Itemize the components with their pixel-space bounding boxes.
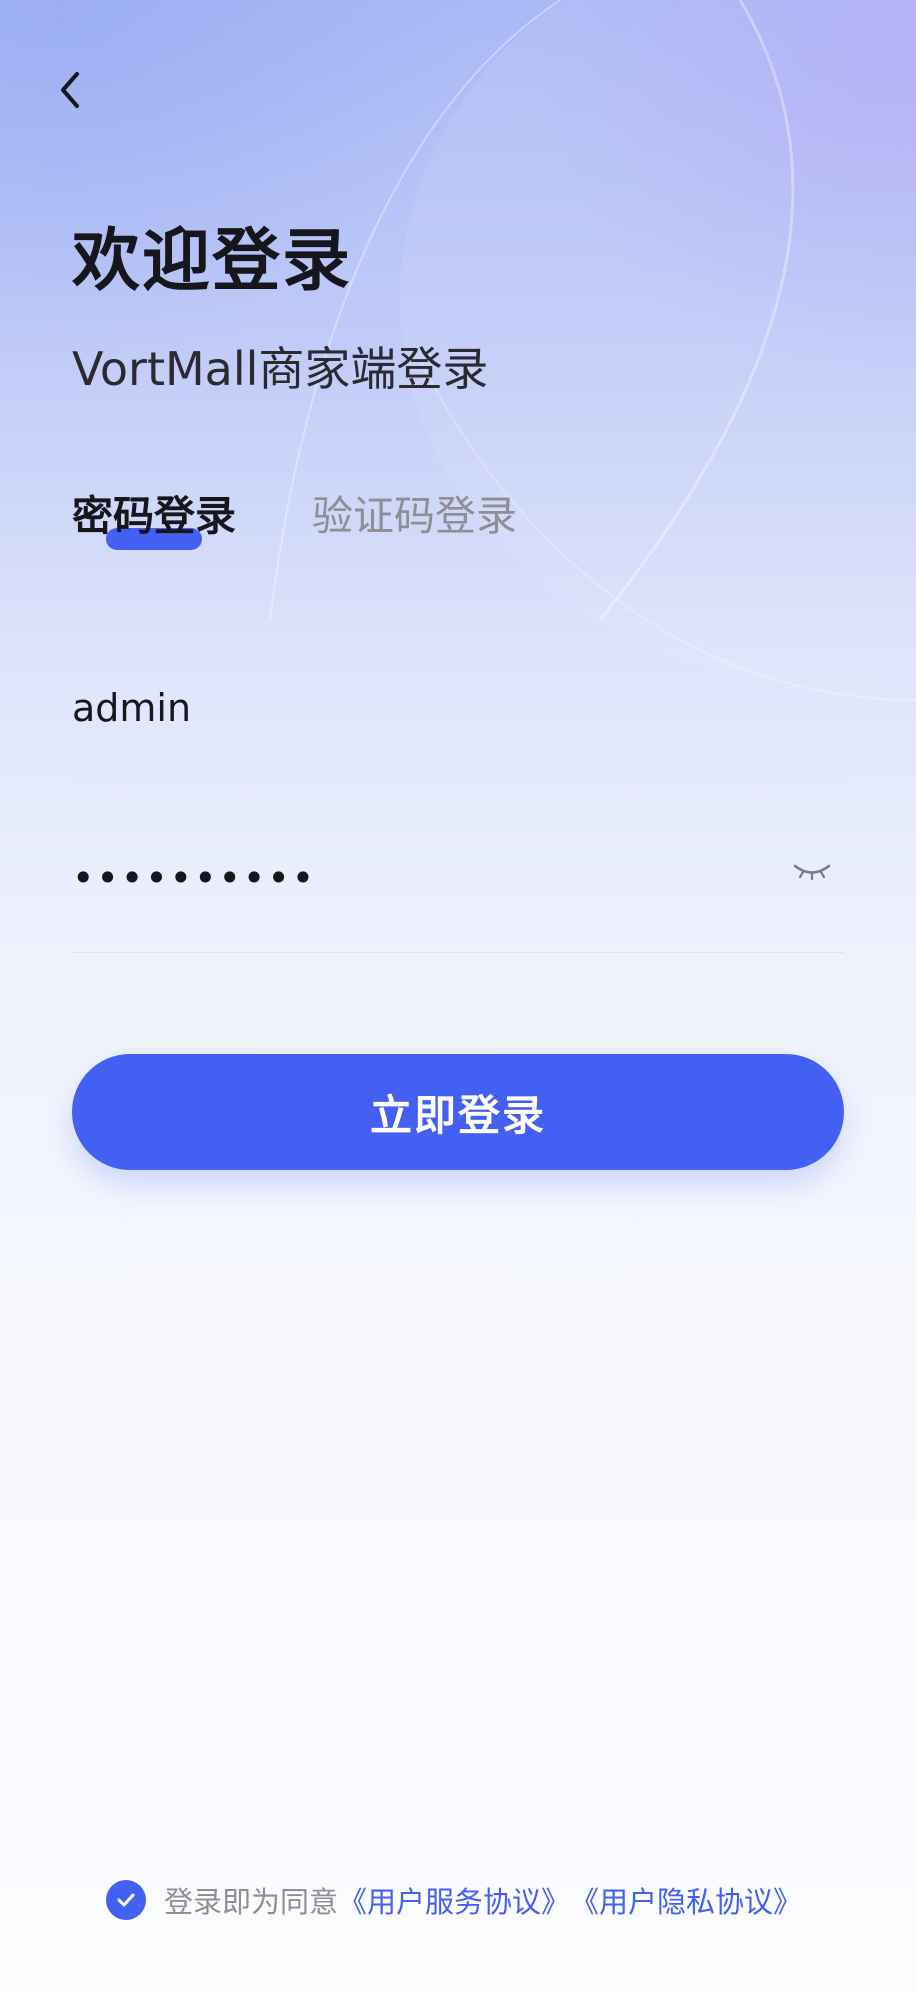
chevron-left-icon (61, 72, 79, 108)
check-icon (117, 1893, 135, 1907)
password-field (72, 830, 844, 953)
page-subtitle: VortMall商家端登录 (72, 342, 489, 396)
back-button[interactable] (48, 68, 92, 112)
login-button[interactable]: 立即登录 (72, 1054, 844, 1170)
username-input[interactable] (72, 678, 752, 738)
tab-code-login[interactable]: 验证码登录 (312, 496, 517, 537)
agreement-checkbox[interactable] (106, 1880, 146, 1920)
eye-closed-icon (793, 864, 831, 881)
password-visibility-toggle[interactable] (790, 852, 834, 892)
agreement-text: 登录即为同意 (164, 1885, 339, 1919)
username-field (72, 660, 844, 783)
page-title: 欢迎登录 (72, 222, 353, 301)
tab-password-login[interactable]: 密码登录 (72, 496, 236, 550)
tab-code-label: 验证码登录 (312, 492, 517, 540)
tab-password-label: 密码登录 (72, 492, 236, 540)
agreement-row: 登录即为同意 《用户服务协议》 《用户隐私协议》 (106, 1880, 802, 1920)
privacy-policy-link[interactable]: 《用户隐私协议》 (570, 1879, 802, 1921)
password-input[interactable] (72, 848, 752, 908)
terms-of-service-link[interactable]: 《用户服务协议》 (338, 1879, 570, 1921)
